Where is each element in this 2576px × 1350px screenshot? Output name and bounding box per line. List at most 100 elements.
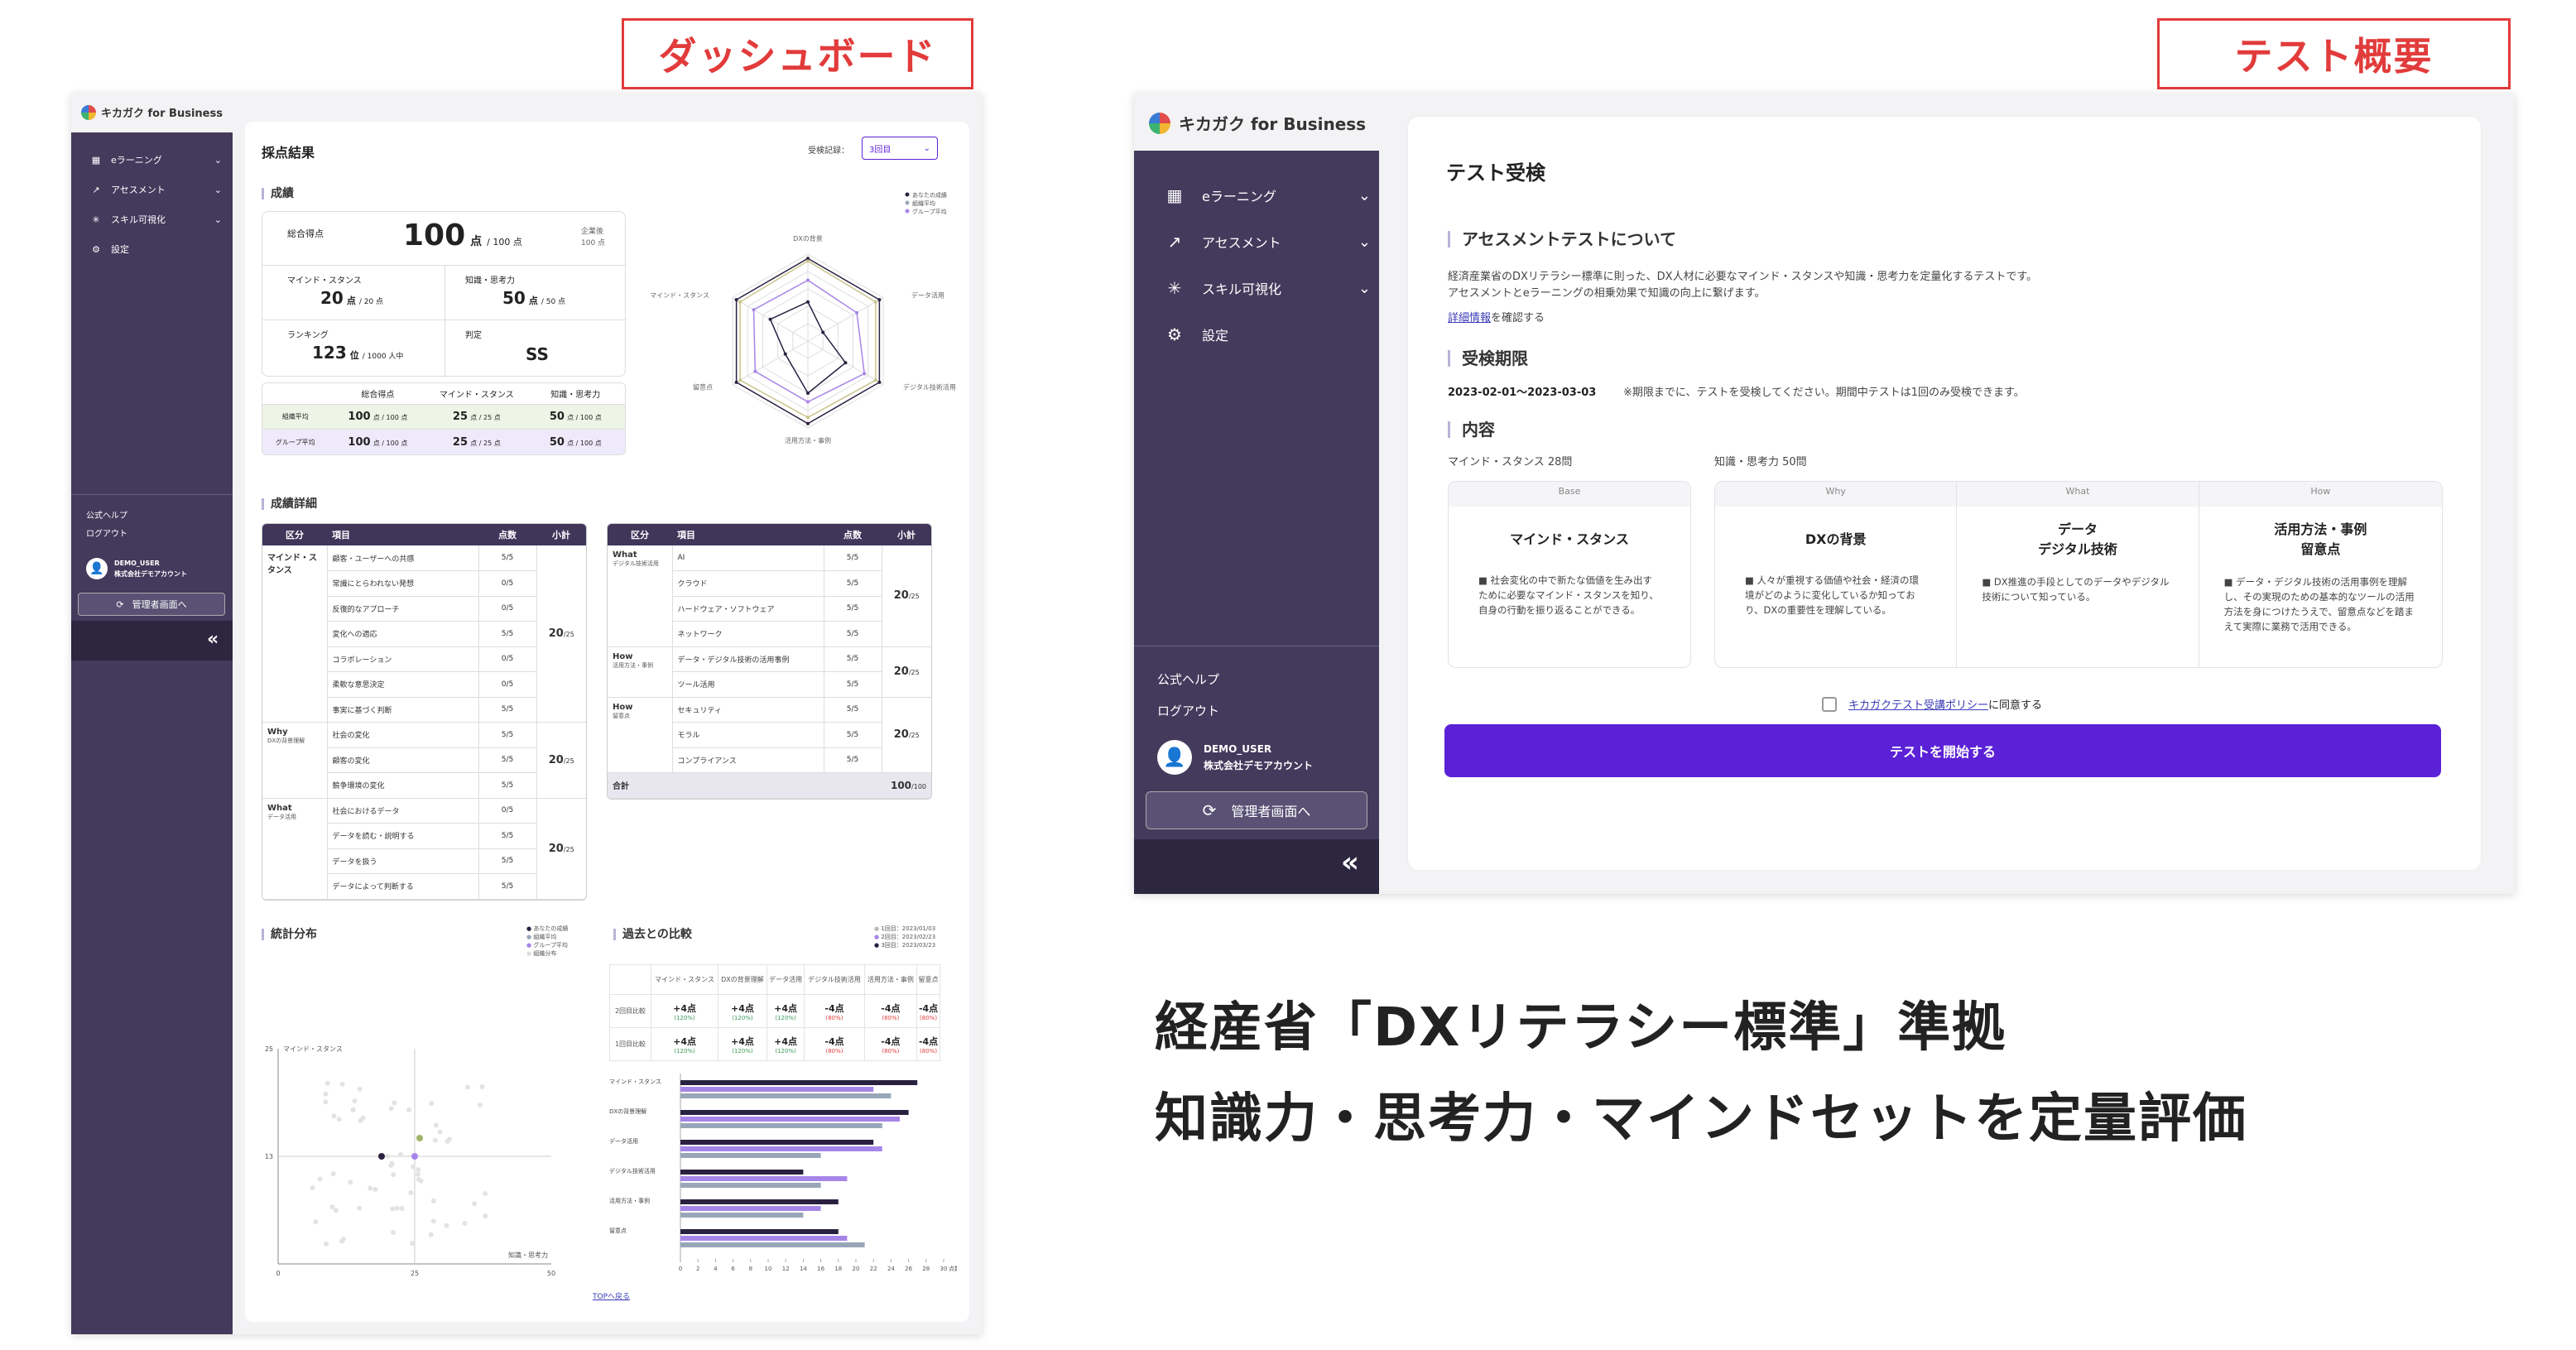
sparkle-icon: ✳ — [1167, 278, 1182, 298]
scatter-point — [310, 1185, 315, 1191]
total-score-number: 100 — [403, 219, 466, 252]
scatter-org — [416, 1135, 423, 1141]
scatter-point — [330, 1171, 336, 1177]
admin-button[interactable]: ⟳ 管理者画面へ — [78, 593, 225, 616]
chart-line-icon: ↗ — [1167, 232, 1182, 252]
compare-header: デジタル技術活用 — [804, 964, 865, 995]
collapse-icon[interactable]: « — [1341, 846, 1359, 879]
summary-value: 100 — [348, 411, 371, 423]
scatter-point — [357, 1205, 363, 1211]
sidebar-item-skill[interactable]: ✳ スキル可視化 ⌄ — [89, 209, 222, 230]
radar-axis-label: 留意点 — [693, 383, 713, 392]
user-name: DEMO_USER — [1204, 743, 1272, 755]
scatter-point — [392, 1100, 397, 1106]
item-cell: セキュリティ — [672, 697, 824, 723]
bar — [680, 1153, 821, 1158]
x-tick: 4 — [714, 1266, 718, 1272]
scatter-point — [331, 1113, 337, 1119]
summary-unit: 点 / 100 点 — [372, 439, 408, 447]
user-name: DEMO_USER — [114, 560, 160, 567]
sidebar: ▦ eラーニング ⌄ ↗ アセスメント ⌄ ✳ スキル可視化 ⌄ ⚙ 設定 公式ヘルプ ログア… — [71, 132, 233, 1334]
table-row: What データ活用 社会におけるデータ 0/5 20/25 — [262, 798, 586, 900]
top-link[interactable]: TOPへ戻る — [593, 1290, 630, 1301]
sidebar-item-settings[interactable]: ⚙ 設定 — [89, 238, 222, 260]
legend-label: あなたの成績 — [912, 191, 947, 199]
item-cell: コラボレーション — [327, 646, 478, 672]
subtotal-cell: 20/25 — [881, 646, 931, 698]
th — [609, 964, 651, 995]
start-test-button[interactable]: テストを開始する — [1444, 724, 2441, 777]
scatter-point — [348, 1179, 353, 1185]
scatter-point — [333, 1208, 339, 1213]
compare-header: 活用方法・事例 — [863, 964, 918, 995]
bar-category: デジタル技術活用 — [609, 1167, 656, 1175]
policy-link[interactable]: キカガクテスト受講ポリシー — [1848, 696, 1988, 712]
category-name: What — [613, 550, 637, 560]
radar-axis — [732, 340, 809, 385]
category-cell: How 活用方法・事例 — [608, 646, 673, 698]
scatter-point — [336, 1117, 342, 1122]
detail-link[interactable]: 詳細情報 — [1448, 312, 1491, 324]
compare-cell: -4点 (80%) — [916, 994, 940, 1028]
table-row: マインド・スタンス 顧客・ユーザーへの共感 5/5 20/25 — [262, 545, 586, 723]
user-avatar[interactable]: 👤 — [1157, 740, 1192, 775]
logout-link[interactable]: ログアウト — [86, 526, 127, 539]
brand-logo[interactable]: キカガク for Business — [1149, 111, 1366, 135]
y-axis-label: マインド・スタンス — [283, 1045, 343, 1053]
sidebar-item-elearning[interactable]: ▦ eラーニング ⌄ — [89, 149, 222, 171]
category-cell: マインド・スタンス — [262, 545, 328, 723]
subtotal-cell: 20/25 — [881, 697, 931, 773]
bar-category: 活用方法・事例 — [609, 1197, 650, 1204]
item-cell: モラル — [672, 722, 824, 748]
radar-point — [873, 300, 877, 304]
agree-checkbox[interactable] — [1822, 696, 1837, 712]
chevron-down-icon: ⌄ — [214, 184, 222, 195]
sidebar-item-elearning[interactable]: ▦ eラーニング ⌄ — [1165, 179, 1371, 212]
about-text-2: アセスメントとeラーニングの相乗効果で知識の向上に繋げます。 — [1448, 287, 1766, 300]
headline-line-2: 知識力・思考力・マインドセットを定量評価 — [1155, 1088, 2247, 1150]
x-tick: 8 — [749, 1266, 752, 1272]
x-tick: 30 — [940, 1266, 948, 1272]
sidebar-item-assessment[interactable]: ↗ アセスメント ⌄ — [89, 179, 222, 200]
sidebar-item-skill[interactable]: ✳ スキル可視化 ⌄ — [1165, 271, 1371, 305]
section-score: 成績 — [262, 188, 294, 199]
radar-point — [821, 330, 825, 334]
refresh-icon: ⟳ — [116, 598, 124, 610]
card-divider-h2 — [262, 319, 627, 320]
compare-cell: -4点 (80%) — [804, 994, 865, 1028]
sidebar-item-settings[interactable]: ⚙ 設定 — [1165, 318, 1371, 351]
know-score-max: / 50 点 — [541, 298, 566, 306]
compare-cell: +4点 (120%) — [718, 994, 767, 1028]
help-link[interactable]: 公式ヘルプ — [86, 508, 127, 521]
scatter-point — [391, 1229, 396, 1235]
content-card-why: Why DXの背景 ■ 人々が重視する価値や社会・経済の環境がどのように変化して… — [1715, 482, 1958, 667]
user-avatar[interactable]: 👤 — [86, 558, 108, 579]
sidebar-item-assessment[interactable]: ↗ アセスメント ⌄ — [1165, 225, 1371, 258]
radar-series — [752, 279, 866, 403]
radar-axis-label: データ活用 — [911, 291, 944, 300]
x-tick: 0 — [679, 1266, 682, 1272]
chevron-down-icon: ⌄ — [1358, 279, 1371, 297]
attempt-select[interactable]: 3回目 ⌄ — [862, 137, 938, 160]
item-cell: ツール活用 — [672, 671, 824, 698]
collapse-icon[interactable]: « — [207, 629, 219, 650]
legend-item: ● 2回目：2023/02/23 — [874, 934, 936, 940]
scatter-point — [472, 1201, 478, 1207]
legend-label: グループ平均 — [912, 208, 947, 215]
mind-score-unit: 点 — [346, 295, 356, 306]
table-row: What デジタル技術活用 AI 5/5 20/25 — [608, 545, 931, 647]
admin-button[interactable]: ⟳ 管理者画面へ — [1146, 791, 1367, 829]
item-cell: 顧客・ユーザーへの共感 — [327, 545, 478, 571]
scatter-point — [350, 1107, 356, 1112]
th: 点数 — [824, 524, 882, 545]
help-link[interactable]: 公式ヘルプ — [1157, 670, 1219, 688]
legend-dot — [905, 200, 910, 205]
compare-header: データ活用 — [766, 964, 805, 995]
category-sub: データ活用 — [267, 813, 296, 820]
logout-link[interactable]: ログアウト — [1157, 702, 1219, 719]
legend-item: ● あなたの成績 — [526, 925, 569, 932]
scatter-point — [313, 1219, 319, 1225]
company-name: 株式会社デモアカウント — [1204, 760, 1314, 771]
brand-logo[interactable]: キカガク for Business — [81, 104, 223, 120]
x-tick: 50 — [547, 1270, 555, 1277]
